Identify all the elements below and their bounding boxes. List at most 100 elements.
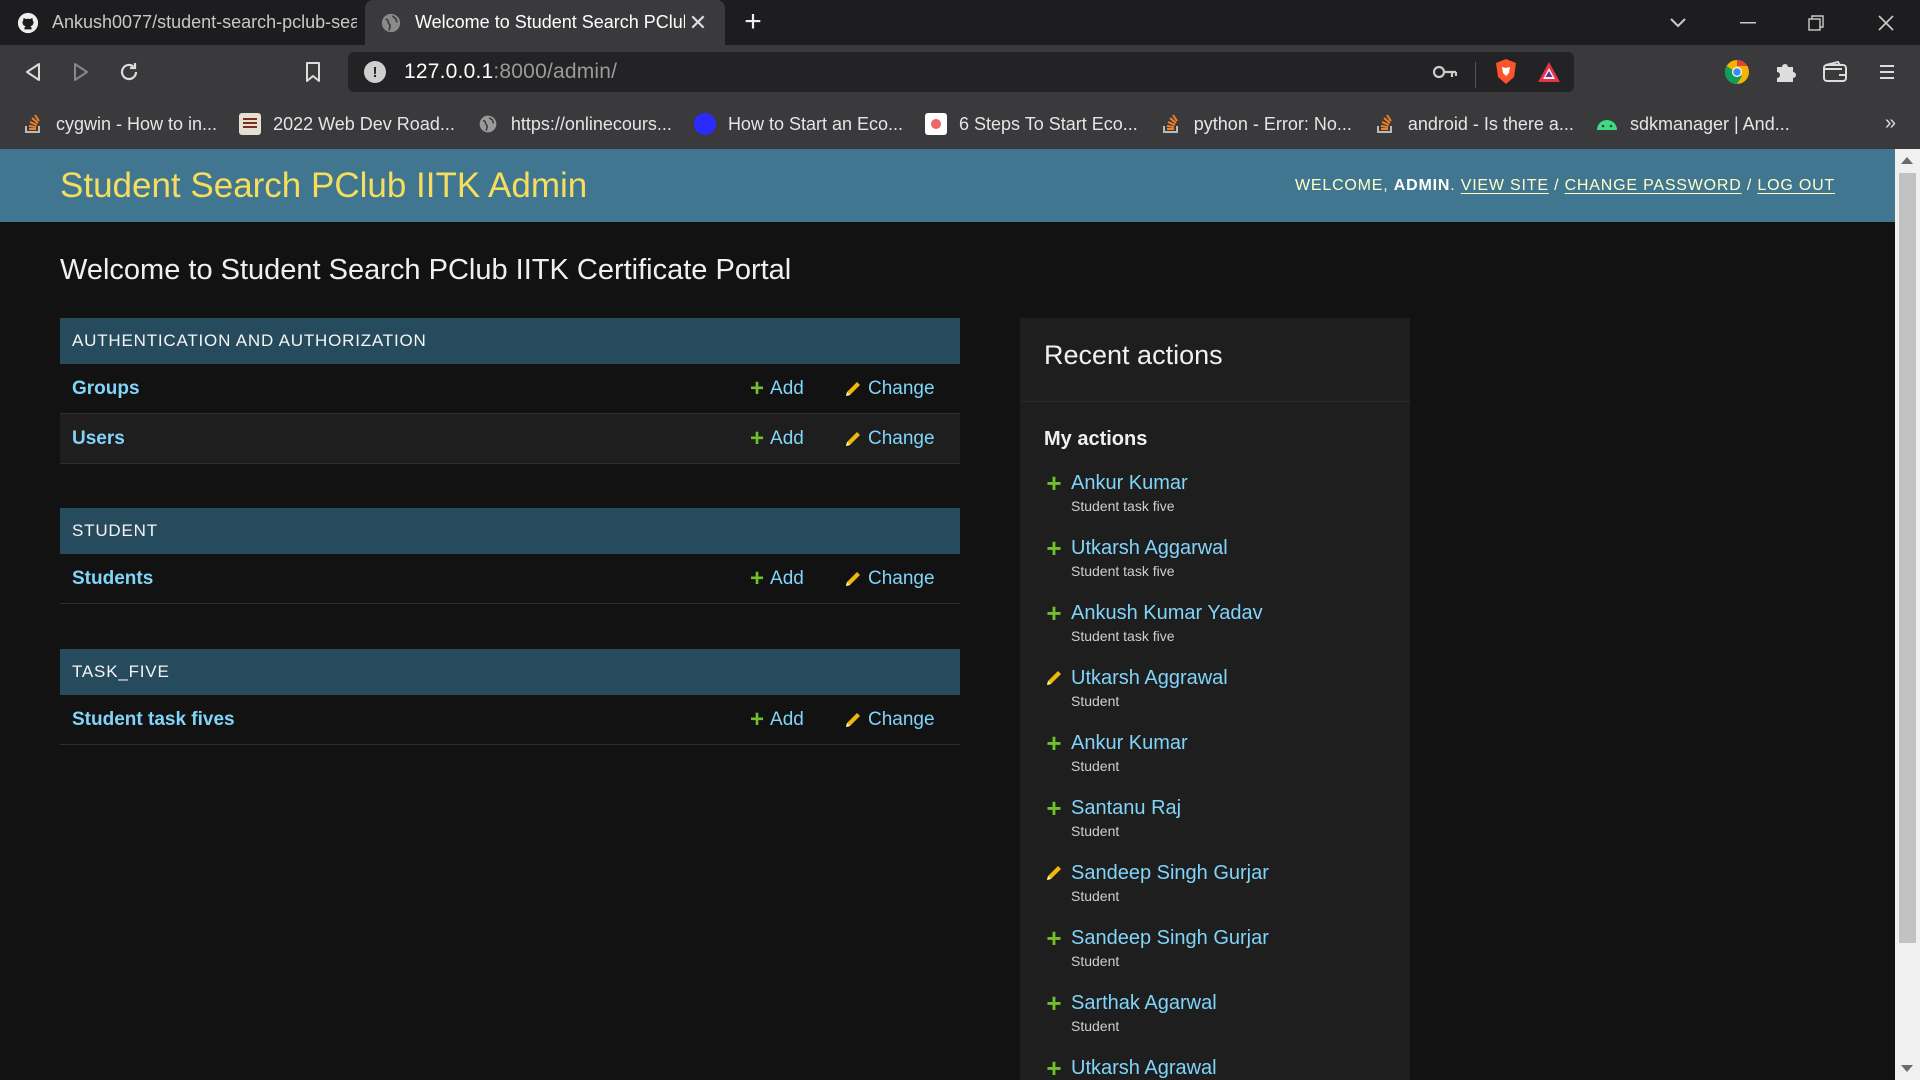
scroll-up-icon[interactable] <box>1901 157 1913 164</box>
page-scrollbar[interactable] <box>1895 149 1920 1080</box>
divider <box>1475 61 1476 88</box>
plus-icon: + <box>1046 988 1062 1018</box>
admin-content: Welcome to Student Search PClub IITK Cer… <box>0 222 1895 1080</box>
tab-github[interactable]: Ankush0077/student-search-pclub-search <box>0 0 365 45</box>
reload-icon[interactable] <box>114 57 144 87</box>
change-password-link[interactable]: Change password <box>1565 177 1742 194</box>
bookmark-item[interactable]: sdkmanager | And... <box>1596 113 1790 135</box>
site-icon <box>925 113 948 135</box>
stackoverflow-icon <box>1374 113 1396 135</box>
brave-rewards-icon[interactable] <box>1536 60 1562 89</box>
restore-icon[interactable] <box>1786 0 1846 45</box>
action-object-link[interactable]: Ankush Kumar Yadav <box>1071 601 1410 625</box>
bookmark-icon[interactable] <box>298 57 328 87</box>
key-icon[interactable] <box>1432 65 1458 84</box>
recent-actions-title: Recent actions <box>1020 318 1410 402</box>
plus-icon: + <box>1046 728 1062 758</box>
plus-icon: + <box>750 705 765 733</box>
change-groups-link[interactable]: Change <box>844 378 935 400</box>
add-student-task-fives-link[interactable]: + Add <box>750 705 804 733</box>
action-object-link[interactable]: Ankur Kumar <box>1071 471 1410 495</box>
close-window-icon[interactable] <box>1856 0 1916 45</box>
add-groups-link[interactable]: + Add <box>750 374 804 402</box>
scroll-down-icon[interactable] <box>1901 1065 1913 1072</box>
site-info-icon[interactable]: ! <box>364 61 386 83</box>
model-row-student-task-fives: Student task fives + Add Change <box>60 695 960 745</box>
pencil-icon <box>844 711 862 729</box>
module-caption[interactable]: STUDENT <box>60 508 960 554</box>
bookmark-item[interactable]: 6 Steps To Start Eco... <box>925 113 1138 135</box>
bookmark-item[interactable]: python - Error: No... <box>1160 113 1352 135</box>
model-row-users: Users + Add Change <box>60 414 960 464</box>
android-icon <box>1596 113 1618 135</box>
view-site-link[interactable]: View site <box>1461 177 1549 194</box>
module-caption[interactable]: AUTHENTICATION AND AUTHORIZATION <box>60 318 960 364</box>
scroll-thumb[interactable] <box>1899 173 1916 943</box>
action-content-type: Student <box>1071 953 1120 969</box>
new-tab-button[interactable]: + <box>738 7 768 38</box>
change-users-link[interactable]: Change <box>844 428 935 450</box>
add-students-link[interactable]: + Add <box>750 564 804 592</box>
close-tab-icon[interactable]: ✕ <box>685 10 711 36</box>
action-object-link[interactable]: Utkarsh Aggrawal <box>1071 666 1410 690</box>
plus-icon: + <box>1046 923 1062 953</box>
change-students-link[interactable]: Change <box>844 568 935 590</box>
site-branding[interactable]: Student Search PClub IITK Admin <box>60 166 587 206</box>
admin-header: Student Search PClub IITK Admin Welcome,… <box>0 149 1895 222</box>
model-row-students: Students + Add Change <box>60 554 960 604</box>
bookmark-item[interactable]: android - Is there a... <box>1374 113 1574 135</box>
globe-icon <box>379 11 403 35</box>
tab-admin-active[interactable]: Welcome to Student Search PClub IITK Adm… <box>365 0 725 45</box>
action-item: + Ankur Kumar Student task five <box>1044 470 1410 536</box>
github-icon <box>16 11 40 35</box>
bookmark-item[interactable]: https://onlinecours... <box>477 113 672 135</box>
url-text: 127.0.0.1:8000/admin/ <box>404 60 618 83</box>
wallet-icon[interactable] <box>1820 57 1850 87</box>
model-link-groups[interactable]: Groups <box>72 378 140 400</box>
extension-chrome-icon[interactable] <box>1722 57 1752 87</box>
action-object-link[interactable]: Sandeep Singh Gurjar <box>1071 861 1410 885</box>
action-object-link[interactable]: Santanu Raj <box>1071 796 1410 820</box>
add-users-link[interactable]: + Add <box>750 426 804 451</box>
globe-icon <box>477 113 499 135</box>
tab-search-icon[interactable] <box>1648 0 1708 45</box>
menu-icon[interactable] <box>1872 57 1902 87</box>
plus-icon: + <box>1046 793 1062 823</box>
model-link-users[interactable]: Users <box>72 428 125 450</box>
tab-title: Ankush0077/student-search-pclub-search <box>52 12 357 32</box>
model-row-groups: Groups + Add Change <box>60 364 960 414</box>
action-object-link[interactable]: Utkarsh Agrawal <box>1071 1056 1410 1080</box>
brave-shields-icon[interactable] <box>1494 58 1518 91</box>
browser-tab-bar: Ankush0077/student-search-pclub-search W… <box>0 0 1920 45</box>
action-item: Sandeep Singh Gurjar Student <box>1044 861 1410 926</box>
extensions-puzzle-icon[interactable] <box>1770 57 1800 87</box>
bookmark-item[interactable]: 2022 Web Dev Road... <box>239 113 455 135</box>
minimize-icon[interactable] <box>1718 0 1778 45</box>
action-object-link[interactable]: Utkarsh Aggarwal <box>1071 536 1410 560</box>
model-link-students[interactable]: Students <box>72 568 153 590</box>
action-content-type: Student <box>1071 758 1120 774</box>
recent-actions-panel: Recent actions My actions + Ankur Kumar St… <box>1020 318 1410 1080</box>
change-student-task-fives-link[interactable]: Change <box>844 709 935 731</box>
action-item: + Ankur Kumar Student <box>1044 728 1410 796</box>
model-link-student-task-fives[interactable]: Student task fives <box>72 709 235 731</box>
log-out-link[interactable]: Log out <box>1757 177 1835 194</box>
pencil-icon <box>1044 861 1064 885</box>
more-bookmarks-icon[interactable]: » <box>1885 112 1896 135</box>
page-title: Welcome to Student Search PClub IITK Cer… <box>60 254 792 286</box>
address-bar[interactable]: ! 127.0.0.1:8000/admin/ <box>348 52 1574 92</box>
action-content-type: Student <box>1071 693 1120 709</box>
bookmark-item[interactable]: cygwin - How to in... <box>22 113 217 135</box>
back-icon[interactable] <box>18 57 48 87</box>
action-content-type: Student task five <box>1071 498 1175 514</box>
bookmark-item[interactable]: How to Start an Eco... <box>693 113 903 135</box>
plus-icon: + <box>750 564 765 592</box>
action-object-link[interactable]: Sarthak Agarwal <box>1071 991 1410 1015</box>
roadmap-icon <box>239 113 262 135</box>
action-object-link[interactable]: Ankur Kumar <box>1071 731 1410 755</box>
action-list: + Ankur Kumar Student task five + Utkarsh Ag… <box>1020 470 1410 1080</box>
plus-icon: + <box>750 374 765 402</box>
action-object-link[interactable]: Sandeep Singh Gurjar <box>1071 926 1410 950</box>
forward-icon[interactable] <box>66 57 96 87</box>
module-caption[interactable]: TASK_FIVE <box>60 649 960 695</box>
